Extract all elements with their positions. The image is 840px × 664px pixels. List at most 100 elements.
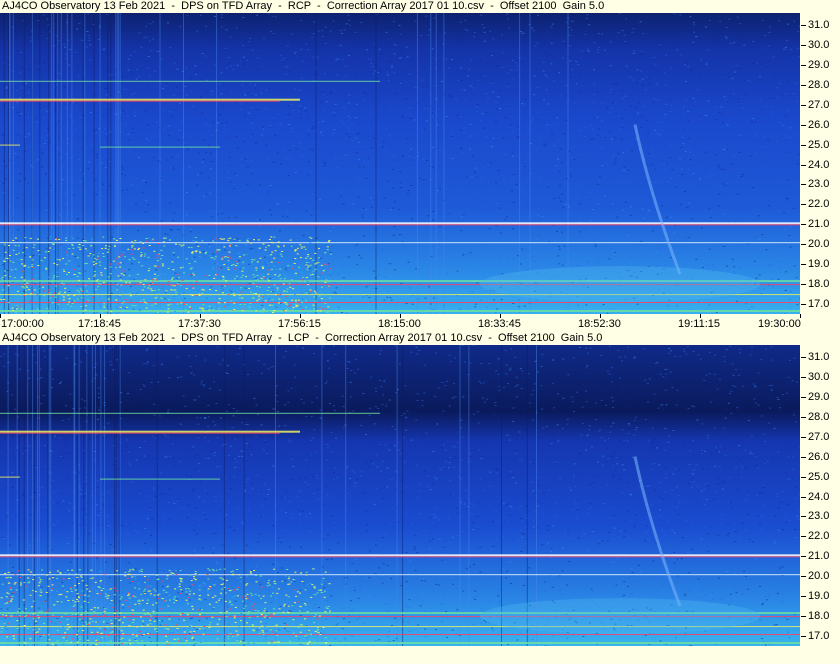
noise-pixel [682, 348, 685, 350]
noise-pixel [25, 83, 28, 84]
noise-pixel [203, 139, 206, 141]
rfi-speckle [102, 253, 104, 254]
noise-pixel [264, 263, 266, 265]
noise-pixel [420, 35, 423, 36]
noise-pixel [325, 494, 328, 496]
noise-pixel [246, 49, 248, 50]
noise-pixel [240, 520, 243, 522]
noise-pixel [673, 532, 676, 534]
rfi-speckle [137, 249, 140, 251]
noise-pixel [393, 53, 396, 55]
noise-pixel [538, 490, 541, 492]
noise-pixel [463, 503, 466, 505]
noise-pixel [689, 16, 692, 18]
noise-pixel [644, 89, 647, 91]
noise-pixel [209, 152, 212, 154]
rfi-speckle [115, 267, 118, 269]
noise-pixel [194, 73, 197, 75]
noise-pixel [250, 195, 253, 197]
noise-pixel [168, 135, 171, 137]
rfi-speckle [295, 272, 297, 274]
noise-pixel [773, 539, 776, 541]
rfi-speckle [57, 292, 60, 294]
noise-pixel [786, 392, 788, 394]
noise-pixel [626, 207, 629, 209]
rfi-speckle [58, 259, 61, 261]
noise-pixel [259, 219, 262, 220]
rfi-speckle [218, 268, 221, 270]
rfi-speckle [49, 236, 52, 238]
noise-pixel [167, 125, 170, 127]
noise-pixel [334, 103, 337, 105]
rfi-speckle [136, 282, 139, 284]
rfi-speckle [298, 266, 300, 268]
noise-pixel [782, 243, 785, 245]
noise-pixel [291, 109, 294, 111]
noise-pixel [781, 125, 784, 127]
rfi-speckle [42, 286, 44, 288]
noise-pixel [718, 112, 721, 114]
rfi-speckle [91, 260, 94, 262]
noise-pixel [629, 179, 632, 181]
rfi-speckle [211, 268, 214, 270]
noise-pixel [521, 32, 524, 34]
noise-pixel [357, 132, 360, 134]
noise-pixel [447, 125, 449, 127]
noise-pixel [694, 218, 697, 220]
noise-pixel [709, 217, 712, 219]
rfi-speckle [202, 304, 205, 306]
noise-pixel [724, 399, 727, 401]
noise-pixel [423, 128, 426, 130]
interference-band [0, 100, 280, 102]
rfi-speckle [180, 242, 183, 244]
noise-pixel [761, 63, 763, 65]
noise-pixel [365, 178, 368, 179]
rfi-speckle [191, 287, 194, 289]
noise-pixel [724, 455, 727, 456]
noise-pixel [351, 562, 354, 564]
noise-pixel [422, 86, 425, 88]
noise-pixel [235, 490, 238, 492]
noise-pixel [327, 604, 330, 606]
noise-pixel [463, 89, 466, 91]
y-tick-mark [801, 264, 806, 266]
noise-pixel [494, 402, 497, 404]
noise-pixel [454, 396, 457, 398]
noise-pixel [364, 434, 367, 435]
noise-pixel [62, 500, 65, 502]
rfi-speckle [41, 288, 44, 289]
noise-pixel [387, 565, 389, 566]
rfi-speckle [276, 245, 279, 247]
noise-pixel [768, 422, 770, 424]
noise-pixel [299, 45, 302, 47]
noise-pixel [209, 213, 212, 215]
rfi-speckle [105, 295, 108, 296]
rfi-speckle [317, 241, 319, 243]
noise-pixel [124, 88, 127, 90]
noise-pixel [220, 14, 223, 16]
rfi-speckle [212, 240, 215, 242]
noise-pixel [721, 126, 724, 128]
noise-pixel [562, 40, 565, 42]
y-tick-mark [801, 184, 806, 186]
noise-pixel [28, 241, 31, 243]
noise-pixel [340, 191, 343, 193]
noise-pixel [249, 286, 252, 288]
rfi-speckle [294, 299, 297, 301]
rfi-speckle [325, 279, 328, 281]
noise-pixel [317, 30, 320, 32]
noise-pixel [531, 419, 534, 421]
noise-pixel [616, 41, 619, 43]
noise-pixel [610, 88, 613, 90]
noise-pixel [215, 579, 218, 581]
noise-pixel [346, 368, 349, 369]
noise-pixel [167, 76, 169, 78]
noise-pixel [601, 165, 604, 166]
rfi-speckle [239, 304, 242, 306]
noise-pixel [153, 156, 156, 158]
vertical-streak [23, 13, 25, 314]
noise-pixel [385, 148, 387, 150]
noise-pixel [661, 529, 664, 531]
noise-pixel [673, 165, 676, 167]
noise-pixel [669, 371, 672, 373]
